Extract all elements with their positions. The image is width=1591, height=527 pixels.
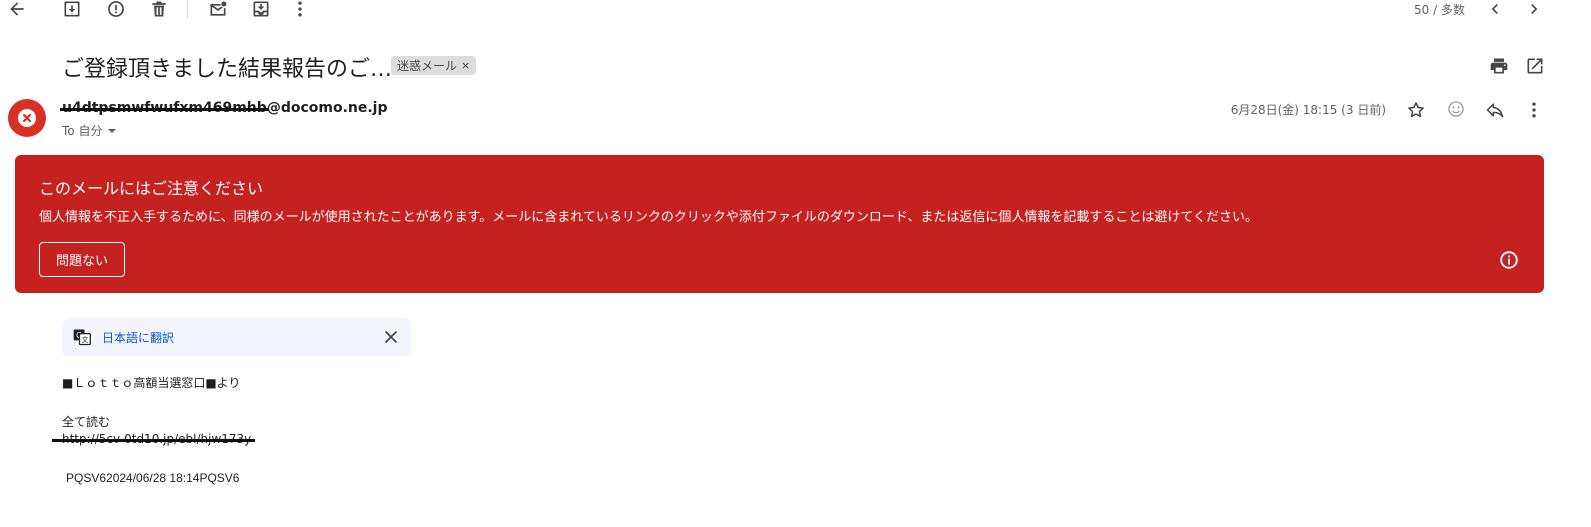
- warning-body: 個人情報を不正入手するために、同様のメールが使用されたことがあります。メールに含…: [39, 210, 1259, 225]
- sender-email-domain: @docomo.ne.jp: [266, 100, 388, 116]
- body-line-1: ■Ｌｏｔｔｏ高額当選窓口■より: [62, 376, 241, 390]
- mark-unread-button[interactable]: [206, 0, 230, 21]
- sender-avatar[interactable]: [8, 99, 46, 137]
- translate-link[interactable]: 日本語に翻訳: [102, 329, 174, 346]
- looks-safe-button[interactable]: 問題ない: [39, 242, 125, 277]
- warning-title: このメールにはご注意ください: [39, 179, 264, 198]
- older-button[interactable]: [1522, 0, 1546, 21]
- to-line-text: To 自分: [62, 124, 103, 138]
- more-vert-icon: [1532, 102, 1536, 118]
- newer-button[interactable]: [1483, 0, 1507, 21]
- star-button[interactable]: [1404, 98, 1428, 122]
- delete-button[interactable]: [147, 0, 171, 21]
- move-to-inbox-icon: [253, 1, 269, 17]
- message-more-button[interactable]: [1522, 98, 1546, 122]
- svg-text:文: 文: [82, 335, 89, 344]
- reply-button[interactable]: [1483, 98, 1507, 122]
- body-footer: PQSV62024/06/28 18:14PQSV6: [66, 471, 240, 485]
- chevron-right-icon: [1531, 4, 1538, 14]
- reply-icon: [1486, 103, 1504, 118]
- close-icon[interactable]: [381, 327, 401, 347]
- page-count: 50 / 多数: [1414, 3, 1465, 17]
- info-icon[interactable]: [1498, 249, 1520, 271]
- sender-email-redacted: u4dtpsmwfwufxm469mhb: [60, 100, 269, 116]
- print-button[interactable]: [1487, 54, 1511, 78]
- phishing-warning-banner: このメールにはご注意ください 個人情報を不正入手するために、同様のメールが使用さ…: [15, 155, 1544, 293]
- chevron-left-icon: [1491, 4, 1498, 14]
- toolbar-divider: [187, 0, 188, 18]
- email-date: 6月28日(金) 18:15 (3 日前): [1230, 103, 1386, 117]
- translate-icon: G 文: [73, 329, 91, 346]
- archive-button[interactable]: [60, 0, 84, 21]
- open-in-new-icon: [1527, 58, 1543, 74]
- add-reaction-button[interactable]: [1444, 97, 1468, 121]
- print-icon: [1490, 58, 1508, 74]
- sender-email[interactable]: u4dtpsmwfwufxm469mhb@docomo.ne.jp: [60, 100, 388, 116]
- mail-unread-icon: [210, 1, 227, 16]
- emoji-icon: [1448, 101, 1464, 117]
- dangerous-sender-icon: [18, 109, 36, 127]
- label-text: 迷惑メール: [397, 59, 458, 73]
- more-options-button[interactable]: [288, 0, 312, 21]
- dropdown-arrow-icon: [108, 128, 117, 133]
- more-vert-icon: [298, 1, 302, 17]
- email-subject: ご登録頂きました結果報告のご…: [62, 57, 393, 82]
- archive-icon: [64, 1, 80, 17]
- body-line-2: 全て読む: [62, 415, 111, 429]
- back-button[interactable]: [5, 0, 29, 21]
- arrow-left-icon: [10, 2, 24, 16]
- recipient-details[interactable]: To 自分: [62, 122, 118, 139]
- star-icon: [1408, 102, 1424, 118]
- move-to-button[interactable]: [249, 0, 273, 21]
- body-link[interactable]: http://5cv-0td10.jp/ebl/hjw173y: [51, 432, 256, 446]
- report-icon: [108, 1, 124, 17]
- spam-label-chip[interactable]: 迷惑メール ×: [391, 56, 477, 75]
- translate-bar: G 文 日本語に翻訳: [62, 318, 411, 356]
- remove-label-icon[interactable]: ×: [461, 59, 470, 72]
- trash-icon: [152, 1, 166, 17]
- report-spam-button[interactable]: [104, 0, 128, 21]
- open-new-window-button[interactable]: [1523, 54, 1547, 78]
